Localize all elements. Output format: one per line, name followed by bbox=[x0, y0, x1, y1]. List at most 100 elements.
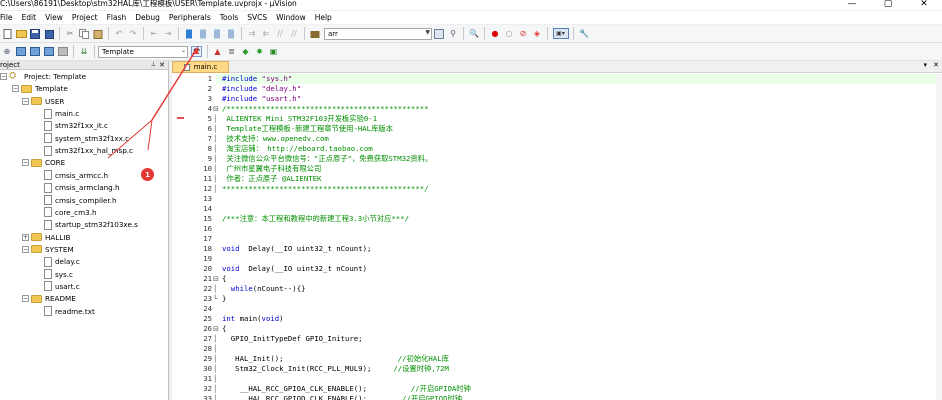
menu-debug[interactable]: Debug bbox=[131, 13, 165, 22]
chevron-down-icon[interactable]: ▼ bbox=[425, 29, 430, 36]
find-in-files-icon[interactable] bbox=[310, 28, 321, 39]
collapse-icon[interactable]: − bbox=[12, 85, 19, 93]
code-line[interactable]: Template工程模板-新建工程章节使用-HAL库版本 bbox=[216, 124, 942, 134]
breakpoint-icon[interactable]: ● bbox=[490, 28, 501, 39]
code-line[interactable]: /***注意：本工程和教程中的新建工程3.3小节对应***/ bbox=[216, 214, 942, 224]
code-line[interactable] bbox=[216, 304, 942, 314]
menu-window[interactable]: Window bbox=[272, 13, 311, 22]
expand-icon[interactable]: + bbox=[22, 233, 29, 241]
code-line[interactable] bbox=[216, 234, 942, 244]
code-line[interactable]: ALIENTEK Mini STM32F103开发板实验0-1 bbox=[216, 114, 942, 124]
tree-folder-item[interactable]: − SYSTEM bbox=[22, 243, 74, 255]
vertical-scrollbar[interactable] bbox=[936, 74, 942, 400]
configure-icon[interactable]: 🔧 bbox=[579, 28, 590, 39]
tree-file-item[interactable]: main.c bbox=[44, 108, 79, 120]
code-line[interactable]: #include "delay.h" bbox=[216, 84, 942, 94]
tree-project-item[interactable]: − ⛭ Project: Template bbox=[0, 71, 86, 83]
chevron-down-icon[interactable]: ⌄ bbox=[181, 47, 186, 54]
build-icon[interactable] bbox=[16, 46, 27, 57]
menu-svcs[interactable]: SVCS bbox=[243, 13, 272, 22]
tree-file-item[interactable]: cmsis_armcc.h bbox=[44, 169, 108, 181]
pack-installer-icon[interactable]: ▣ bbox=[268, 46, 279, 57]
disable-breakpoint-icon[interactable]: ○ bbox=[504, 28, 515, 39]
tree-file-item[interactable]: delay.c bbox=[44, 256, 80, 268]
tree-file-item[interactable]: stm32f1xx_hal_msp.c bbox=[44, 145, 133, 157]
restore-button[interactable]: ▢ bbox=[870, 0, 906, 10]
tree-file-item[interactable]: startup_stm32f103xe.s bbox=[44, 219, 138, 231]
menu-view[interactable]: View bbox=[41, 13, 68, 22]
batch-build-icon[interactable] bbox=[44, 46, 55, 57]
manage-project-items-icon[interactable]: ▲ bbox=[212, 46, 223, 57]
debug-session-icon[interactable]: 🔍 bbox=[469, 28, 480, 39]
kill-breakpoints-icon[interactable]: ⊘ bbox=[518, 28, 529, 39]
close-button[interactable]: ✕ bbox=[906, 0, 942, 10]
prev-bookmark-icon[interactable] bbox=[198, 28, 209, 39]
tree-folder-item[interactable]: − USER bbox=[22, 95, 64, 107]
code-line[interactable]: void Delay(__IO uint32_t nCount) bbox=[216, 264, 942, 274]
code-line[interactable] bbox=[216, 374, 942, 384]
file-extensions-icon[interactable]: ≣ bbox=[226, 46, 237, 57]
code-line[interactable]: Stm32_Clock_Init(RCC_PLL_MUL9); //设置时钟,7… bbox=[216, 364, 942, 374]
code-line[interactable]: /***************************************… bbox=[216, 104, 942, 114]
tree-file-item[interactable]: sys.c bbox=[44, 268, 73, 280]
stop-build-icon[interactable] bbox=[58, 46, 69, 57]
code-line[interactable]: #include "sys.h" bbox=[216, 74, 942, 84]
uncomment-icon[interactable]: // bbox=[289, 28, 300, 39]
unindent-icon[interactable]: ⇇ bbox=[261, 28, 272, 39]
code-line[interactable]: 关注微信公众平台微信号："正点原子"，免费获取STM32资料。 bbox=[216, 154, 942, 164]
menu-project[interactable]: Project bbox=[68, 13, 103, 22]
tree-folder-item[interactable]: − CORE bbox=[22, 157, 65, 169]
indent-icon[interactable]: ⇉ bbox=[247, 28, 258, 39]
pin-icon[interactable]: ⊥ bbox=[151, 61, 156, 69]
tree-file-item[interactable]: cmsis_compiler.h bbox=[44, 194, 117, 206]
translate-icon[interactable]: ⊕ bbox=[2, 46, 13, 57]
find-icon[interactable] bbox=[434, 28, 445, 39]
paste-icon[interactable] bbox=[93, 28, 104, 39]
tree-folder-item[interactable]: + HALLIB bbox=[22, 231, 70, 243]
window-layout-icon[interactable]: ▣▾ bbox=[552, 28, 569, 39]
tab-main-c[interactable]: main.c bbox=[172, 61, 229, 73]
tree-file-item[interactable]: system_stm32f1xx.c bbox=[44, 132, 129, 144]
undo-icon[interactable]: ↶ bbox=[114, 28, 125, 39]
code-line[interactable] bbox=[216, 194, 942, 204]
menu-peripherals[interactable]: Peripherals bbox=[165, 13, 216, 22]
code-line[interactable]: { bbox=[216, 274, 942, 284]
collapse-icon[interactable]: − bbox=[0, 73, 7, 80]
code-line[interactable] bbox=[216, 204, 942, 214]
target-combo[interactable]: Template ⌄ bbox=[98, 45, 188, 58]
code-line[interactable]: 淘宝店铺： http://eboard.taobao.com bbox=[216, 144, 942, 154]
copy-icon[interactable] bbox=[79, 28, 90, 39]
search-combo[interactable]: arr ▼ bbox=[324, 27, 432, 40]
collapse-icon[interactable]: − bbox=[22, 97, 29, 105]
next-bookmark-icon[interactable] bbox=[212, 28, 223, 39]
disable-all-breakpoints-icon[interactable]: ◈ bbox=[532, 28, 543, 39]
menu-help[interactable]: Help bbox=[311, 13, 337, 22]
tab-close-icon[interactable]: ✕ bbox=[933, 61, 939, 69]
clear-bookmarks-icon[interactable] bbox=[226, 28, 237, 39]
incremental-find-icon[interactable]: ⚲ bbox=[448, 28, 459, 39]
code-line[interactable]: 作者：正点原子 @ALIENTEK bbox=[216, 174, 942, 184]
code-line[interactable]: __HAL_RCC_GPIOA_CLK_ENABLE(); //开启GPIOA时… bbox=[216, 384, 942, 394]
tree-file-item[interactable]: core_cm3.h bbox=[44, 206, 97, 218]
close-pane-icon[interactable]: ✕ bbox=[159, 61, 165, 69]
save-all-icon[interactable] bbox=[44, 28, 55, 39]
code-line[interactable]: { bbox=[216, 324, 942, 334]
select-packs-icon[interactable]: ✸ bbox=[254, 46, 265, 57]
tree-file-item[interactable]: usart.c bbox=[44, 280, 80, 292]
options-for-target-icon[interactable]: ⚒ bbox=[191, 46, 202, 57]
code-line[interactable]: while(nCount--){} bbox=[216, 284, 942, 294]
tree-file-item[interactable]: stm32f1xx_it.c bbox=[44, 120, 108, 132]
code-line[interactable] bbox=[216, 224, 942, 234]
code-line[interactable] bbox=[216, 254, 942, 264]
tree-folder-item[interactable]: − README bbox=[22, 293, 76, 305]
comment-icon[interactable]: // bbox=[275, 28, 286, 39]
menu-flash[interactable]: Flash bbox=[103, 13, 132, 22]
code-line[interactable]: 广州市星翼电子科技有限公司 bbox=[216, 164, 942, 174]
download-icon[interactable]: ⇊ bbox=[79, 46, 90, 57]
tree-file-item[interactable]: readme.txt bbox=[44, 305, 95, 317]
cut-icon[interactable]: ✂ bbox=[65, 28, 76, 39]
tree-target-item[interactable]: − Template bbox=[12, 83, 68, 95]
collapse-icon[interactable]: − bbox=[22, 159, 29, 167]
code-line[interactable]: void Delay(__IO uint32_t nCount); bbox=[216, 244, 942, 254]
nav-forward-icon[interactable]: ⇥ bbox=[163, 28, 174, 39]
